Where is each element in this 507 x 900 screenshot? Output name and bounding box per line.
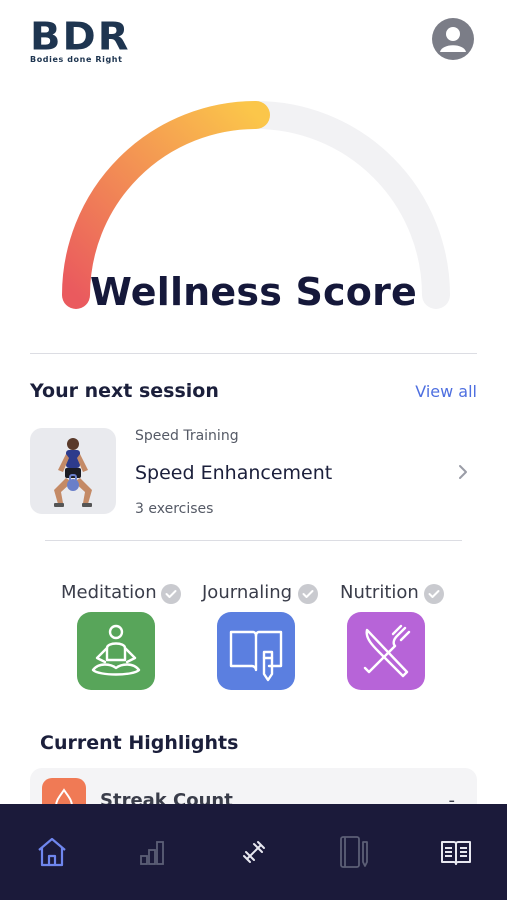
wellness-score-title: Wellness Score [90,270,417,314]
habit-journaling[interactable]: Journaling [180,582,330,697]
tab-stats[interactable] [134,834,170,870]
next-session-heading: Your next session [30,380,219,402]
habit-label: Journaling [202,582,293,603]
habit-nutrition[interactable]: Nutrition [310,582,460,697]
tab-journal[interactable] [336,834,372,870]
dumbbell-icon [243,841,265,863]
journaling-tile[interactable] [217,612,295,690]
user-circle-icon [440,27,466,52]
meditation-icon [91,624,141,676]
open-book-icon [441,841,471,865]
journal-icon [229,630,283,682]
tab-workouts[interactable] [236,834,272,870]
view-all-link[interactable]: View all [415,382,477,401]
divider [30,353,477,354]
bdr-logo: BDR Bodies done Right [30,18,154,64]
highlights-heading: Current Highlights [40,732,239,754]
check-circle-icon [424,584,444,604]
meditation-tile[interactable] [77,612,155,690]
tab-library[interactable] [438,834,474,870]
nutrition-tile[interactable] [347,612,425,690]
session-name: Speed Enhancement [135,462,333,484]
habit-meditation[interactable]: Meditation [40,582,190,697]
check-circle-icon [161,584,181,604]
gauge-track [62,101,450,309]
stats-icon [140,841,164,865]
session-exercise-count: 3 exercises [135,501,214,517]
bottom-tab-bar [0,804,507,900]
notebook-icon [340,836,368,868]
next-session-card[interactable]: Speed Training Speed Enhancement 3 exerc… [30,428,477,518]
tab-home[interactable] [34,834,70,870]
fork-knife-icon [363,624,411,678]
gauge-progress [62,101,270,309]
habit-label: Meditation [61,582,157,603]
logo-text: BDR [30,15,131,59]
session-category: Speed Training [135,428,239,444]
chevron-right-icon [459,465,467,479]
session-thumbnail [30,428,116,514]
home-icon [38,837,66,867]
profile-avatar-button[interactable] [432,18,474,60]
divider [45,540,462,541]
habit-label: Nutrition [340,582,419,603]
